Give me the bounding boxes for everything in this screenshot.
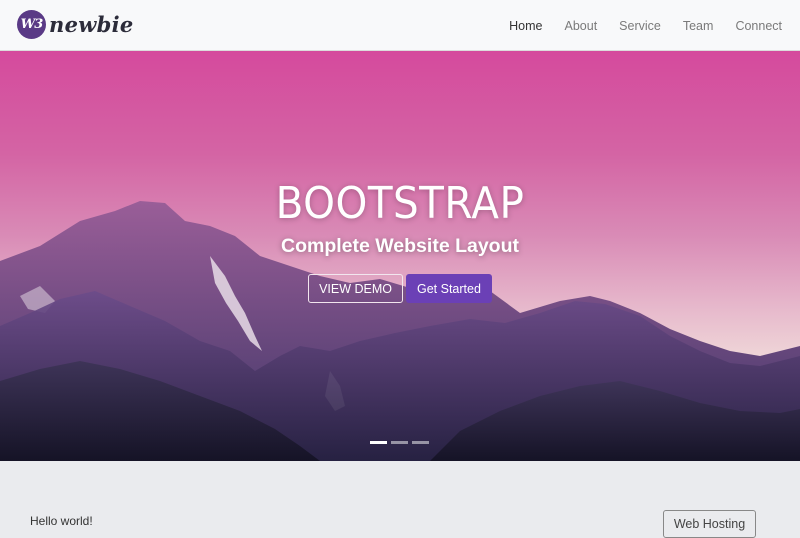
navbar: W3 newbie Home About Service Team Connec…	[0, 0, 800, 51]
hero-title: BOOTSTRAP	[275, 178, 525, 229]
nav-item-about[interactable]: About	[565, 19, 598, 33]
nav-item-team[interactable]: Team	[683, 19, 714, 33]
brand-name: newbie	[49, 12, 134, 37]
welcome-section: Hello world! Web Hosting	[0, 461, 800, 538]
brand-badge-icon: W3	[17, 10, 46, 39]
hero-subtitle: Complete Website Layout	[280, 235, 519, 257]
web-hosting-button[interactable]: Web Hosting	[663, 510, 756, 538]
hero-carousel: BOOTSTRAP Complete Website Layout VIEW D…	[0, 51, 800, 461]
main-nav: Home About Service Team Connect	[487, 0, 782, 51]
nav-item-home[interactable]: Home	[509, 19, 542, 33]
carousel-indicators	[370, 441, 433, 444]
carousel-indicator-1[interactable]	[370, 441, 387, 444]
carousel-indicator-2[interactable]	[391, 441, 408, 444]
view-demo-button[interactable]: VIEW DEMO	[308, 274, 403, 303]
hero-button-group: VIEW DEMO Get Started	[0, 274, 800, 303]
intro-text: Hello world!	[30, 514, 93, 528]
hero-caption: BOOTSTRAP Complete Website Layout	[0, 178, 800, 258]
carousel-indicator-3[interactable]	[412, 441, 429, 444]
brand-logo[interactable]: W3 newbie	[17, 10, 134, 39]
nav-item-service[interactable]: Service	[619, 19, 661, 33]
nav-item-connect[interactable]: Connect	[735, 19, 782, 33]
get-started-button[interactable]: Get Started	[405, 274, 492, 303]
